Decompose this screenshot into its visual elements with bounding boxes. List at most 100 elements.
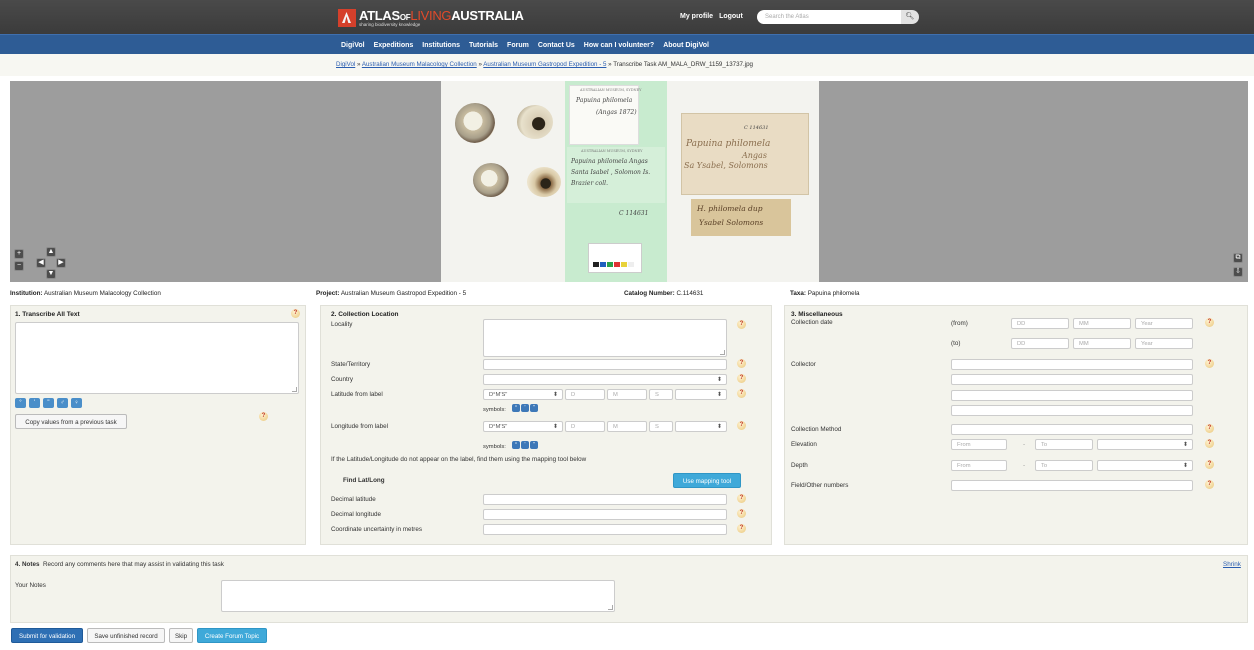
collector-field-4[interactable] — [951, 405, 1193, 416]
latitude-degree-symbol-button[interactable]: ° — [512, 404, 520, 412]
male-symbol-button[interactable]: ♂ — [57, 398, 68, 408]
longitude-degrees-field[interactable]: D — [565, 421, 605, 432]
help-icon[interactable]: ? — [737, 509, 746, 518]
search-input[interactable]: Search the Atlas — [757, 10, 902, 24]
pan-down-button[interactable]: ▼ — [46, 269, 56, 279]
elevation-unit-select[interactable] — [1097, 439, 1193, 450]
country-select[interactable] — [483, 374, 727, 385]
my-profile-link[interactable]: My profile — [680, 13, 713, 20]
longitude-direction-select[interactable] — [675, 421, 727, 432]
longitude-second-symbol-button[interactable]: " — [530, 441, 538, 449]
nav-how-to-volunteer[interactable]: How can I volunteer? — [584, 42, 654, 49]
date-to-year-field[interactable]: Year — [1135, 338, 1193, 349]
ala-logo[interactable]: ATLASOFLIVINGAUSTRALIA sharing biodivers… — [338, 6, 524, 30]
nav-expeditions[interactable]: Expeditions — [374, 42, 414, 49]
copy-previous-task-button[interactable]: Copy values from a previous task — [15, 414, 127, 429]
help-icon[interactable]: ? — [291, 309, 300, 318]
longitude-minute-symbol-button[interactable]: ' — [521, 441, 529, 449]
help-icon[interactable]: ? — [1205, 460, 1214, 469]
skip-button[interactable]: Skip — [169, 628, 193, 643]
latitude-degrees-field[interactable]: D — [565, 389, 605, 400]
date-from-month-field[interactable]: MM — [1073, 318, 1131, 329]
minute-symbol-button[interactable]: ' — [29, 398, 40, 408]
nav-about-digivol[interactable]: About DigiVol — [663, 42, 709, 49]
depth-unit-select[interactable] — [1097, 460, 1193, 471]
transcribe-panel: 1. Transcribe All Text ? ° ' " ♂ ♀ Copy … — [10, 305, 306, 545]
transcribe-all-text-area[interactable] — [15, 322, 299, 394]
latitude-format-select[interactable]: D°M'S" — [483, 389, 563, 400]
longitude-degree-symbol-button[interactable]: ° — [512, 441, 520, 449]
date-from-year-field[interactable]: Year — [1135, 318, 1193, 329]
collector-field-2[interactable] — [951, 374, 1193, 385]
pan-left-button[interactable]: ◀ — [36, 258, 46, 268]
nav-forum[interactable]: Forum — [507, 42, 529, 49]
latitude-minute-symbol-button[interactable]: ' — [521, 404, 529, 412]
decimal-longitude-field[interactable] — [483, 509, 727, 520]
second-symbol-button[interactable]: " — [43, 398, 54, 408]
field-numbers-field[interactable] — [951, 480, 1193, 491]
longitude-seconds-field[interactable]: S — [649, 421, 673, 432]
create-forum-topic-button[interactable]: Create Forum Topic — [197, 628, 267, 643]
help-icon[interactable]: ? — [1205, 424, 1214, 433]
help-icon[interactable]: ? — [737, 374, 746, 383]
longitude-minutes-field[interactable]: M — [607, 421, 647, 432]
expand-button[interactable]: ⇩ — [1233, 267, 1243, 277]
help-icon[interactable]: ? — [737, 389, 746, 398]
longitude-format-select[interactable]: D°M'S" — [483, 421, 563, 432]
help-icon[interactable]: ? — [1205, 359, 1214, 368]
collector-field-1[interactable] — [951, 359, 1193, 370]
latitude-second-symbol-button[interactable]: " — [530, 404, 538, 412]
save-unfinished-button[interactable]: Save unfinished record — [87, 628, 165, 643]
breadcrumb-expedition[interactable]: Australian Museum Gastropod Expedition -… — [483, 61, 606, 68]
elevation-to-field[interactable]: To — [1035, 439, 1093, 450]
search-button[interactable]: 🔍︎ — [901, 10, 919, 24]
degree-symbol-button[interactable]: ° — [15, 398, 26, 408]
elevation-from-field[interactable]: From — [951, 439, 1007, 450]
nav-digivol[interactable]: DigiVol — [341, 42, 365, 49]
help-icon[interactable]: ? — [1205, 318, 1214, 327]
help-icon[interactable]: ? — [737, 494, 746, 503]
state-label: State/Territory — [331, 361, 371, 368]
pan-up-button[interactable]: ▲ — [46, 247, 56, 257]
state-field[interactable] — [483, 359, 727, 370]
help-icon[interactable]: ? — [259, 412, 268, 421]
use-mapping-tool-button[interactable]: Use mapping tool — [673, 473, 741, 488]
uncertainty-field[interactable] — [483, 524, 727, 535]
breadcrumb-institution[interactable]: Australian Museum Malacology Collection — [362, 61, 477, 68]
specimen-image[interactable]: AUSTRALIAN MUSEUM, SYDNEY Papuina philom… — [441, 81, 819, 282]
breadcrumb-digivol[interactable]: DigiVol — [336, 61, 355, 68]
date-to-day-field[interactable]: DD — [1011, 338, 1069, 349]
locality-field[interactable] — [483, 319, 727, 357]
zoom-out-button[interactable]: − — [14, 261, 24, 271]
latitude-minutes-field[interactable]: M — [607, 389, 647, 400]
help-icon[interactable]: ? — [737, 359, 746, 368]
depth-to-field[interactable]: To — [1035, 460, 1093, 471]
nav-tutorials[interactable]: Tutorials — [469, 42, 498, 49]
date-from-day-field[interactable]: DD — [1011, 318, 1069, 329]
ms-line2: Angas — [742, 151, 767, 160]
help-icon[interactable]: ? — [1205, 439, 1214, 448]
nav-contact-us[interactable]: Contact Us — [538, 42, 575, 49]
popout-button[interactable]: ⧉ — [1233, 253, 1243, 263]
image-viewer[interactable]: AUSTRALIAN MUSEUM, SYDNEY Papuina philom… — [10, 81, 1248, 282]
submit-for-validation-button[interactable]: Submit for validation — [11, 628, 83, 643]
decimal-latitude-field[interactable] — [483, 494, 727, 505]
female-symbol-button[interactable]: ♀ — [71, 398, 82, 408]
help-icon[interactable]: ? — [737, 421, 746, 430]
collector-field-3[interactable] — [951, 390, 1193, 401]
pan-right-button[interactable]: ▶ — [56, 258, 66, 268]
logout-link[interactable]: Logout — [719, 13, 743, 20]
your-notes-field[interactable] — [221, 580, 615, 612]
date-to-month-field[interactable]: MM — [1073, 338, 1131, 349]
shrink-link[interactable]: Shrink — [1223, 561, 1241, 568]
nav-institutions[interactable]: Institutions — [422, 42, 460, 49]
zoom-in-button[interactable]: + — [14, 249, 24, 259]
help-icon[interactable]: ? — [737, 524, 746, 533]
label-top-name: Papuina philomela — [576, 97, 633, 104]
latitude-seconds-field[interactable]: S — [649, 389, 673, 400]
help-icon[interactable]: ? — [737, 320, 746, 329]
collection-method-field[interactable] — [951, 424, 1193, 435]
depth-from-field[interactable]: From — [951, 460, 1007, 471]
latitude-direction-select[interactable] — [675, 389, 727, 400]
help-icon[interactable]: ? — [1205, 480, 1214, 489]
